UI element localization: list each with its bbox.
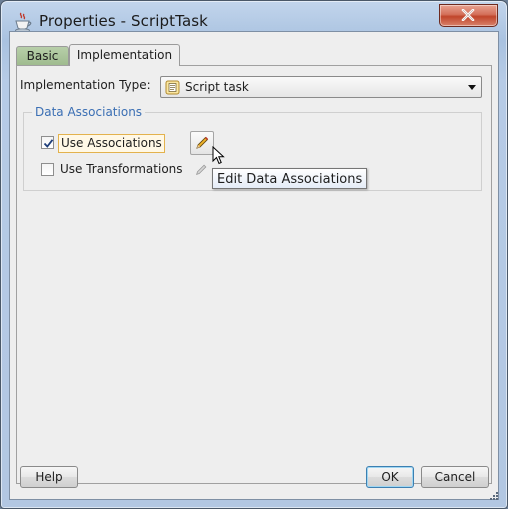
pencil-icon <box>196 136 209 149</box>
implementation-type-value: Script task <box>185 80 249 94</box>
use-transformations-checkbox[interactable] <box>41 163 54 176</box>
edit-data-associations-tooltip: Edit Data Associations <box>212 168 368 189</box>
implementation-type-dropdown[interactable]: Script task <box>160 76 482 98</box>
use-associations-checkbox[interactable] <box>41 136 54 149</box>
use-transformations-label[interactable]: Use Transformations <box>60 162 183 176</box>
edit-associations-button[interactable] <box>190 131 214 155</box>
tab-implementation[interactable]: Implementation <box>69 44 180 66</box>
close-button[interactable] <box>439 4 498 27</box>
dropdown-arrow-icon[interactable] <box>468 85 476 90</box>
use-associations-label[interactable]: Use Associations <box>58 134 165 153</box>
help-button[interactable]: Help <box>20 466 78 488</box>
properties-dialog: Properties - ScriptTask Basic Implementa… <box>0 0 508 509</box>
window-title: Properties - ScriptTask <box>39 12 208 30</box>
implementation-type-label: Implementation Type: <box>20 78 151 92</box>
mouse-pointer-icon <box>212 145 226 170</box>
cancel-button[interactable]: Cancel <box>421 466 489 488</box>
java-cup-icon <box>12 11 34 33</box>
checkmark-icon <box>43 139 54 148</box>
close-icon <box>461 9 475 21</box>
dialog-content: Basic Implementation Implementation Type… <box>9 31 499 500</box>
ok-button[interactable]: OK <box>366 466 414 488</box>
edit-transformations-pencil-icon[interactable] <box>194 162 208 181</box>
tab-basic[interactable]: Basic <box>16 46 69 65</box>
data-associations-legend: Data Associations <box>32 105 146 119</box>
resize-grip-icon[interactable] <box>487 488 499 507</box>
script-task-icon <box>165 80 180 99</box>
